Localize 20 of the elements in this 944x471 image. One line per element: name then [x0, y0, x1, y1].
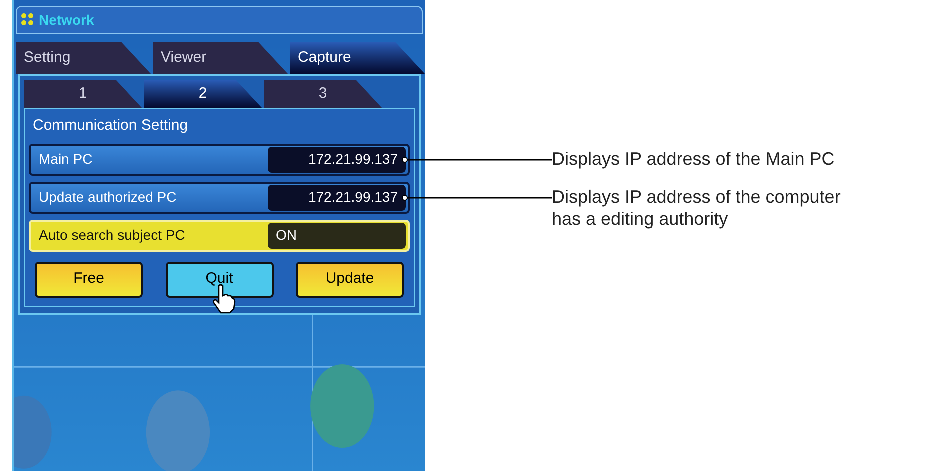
row-label: Main PC: [38, 150, 94, 169]
window-title: Network: [39, 10, 94, 30]
value-field: ON: [268, 222, 406, 248]
value-field: 172.21.99.137: [268, 146, 406, 172]
tab[interactable]: Setting: [16, 42, 151, 74]
action-button[interactable]: Update: [296, 262, 404, 298]
grid-icon: [21, 13, 35, 27]
tab[interactable]: 1: [24, 80, 142, 108]
row-label: Update authorized PC: [38, 188, 178, 207]
callout-text: Displays IP address of the Main PC: [552, 148, 835, 170]
value-field: 172.21.99.137: [268, 184, 406, 210]
tab[interactable]: Capture: [290, 42, 425, 74]
callout-text: Displays IP address of the computer: [552, 186, 841, 208]
action-button[interactable]: Free: [35, 262, 143, 298]
callout-text: has a editing authority: [552, 208, 730, 230]
tab[interactable]: 2: [144, 80, 262, 108]
tab[interactable]: Viewer: [153, 42, 288, 74]
tab[interactable]: 3: [264, 80, 382, 108]
row-label: Auto search subject PC: [38, 226, 186, 245]
section-title: Communication Setting: [32, 116, 190, 136]
